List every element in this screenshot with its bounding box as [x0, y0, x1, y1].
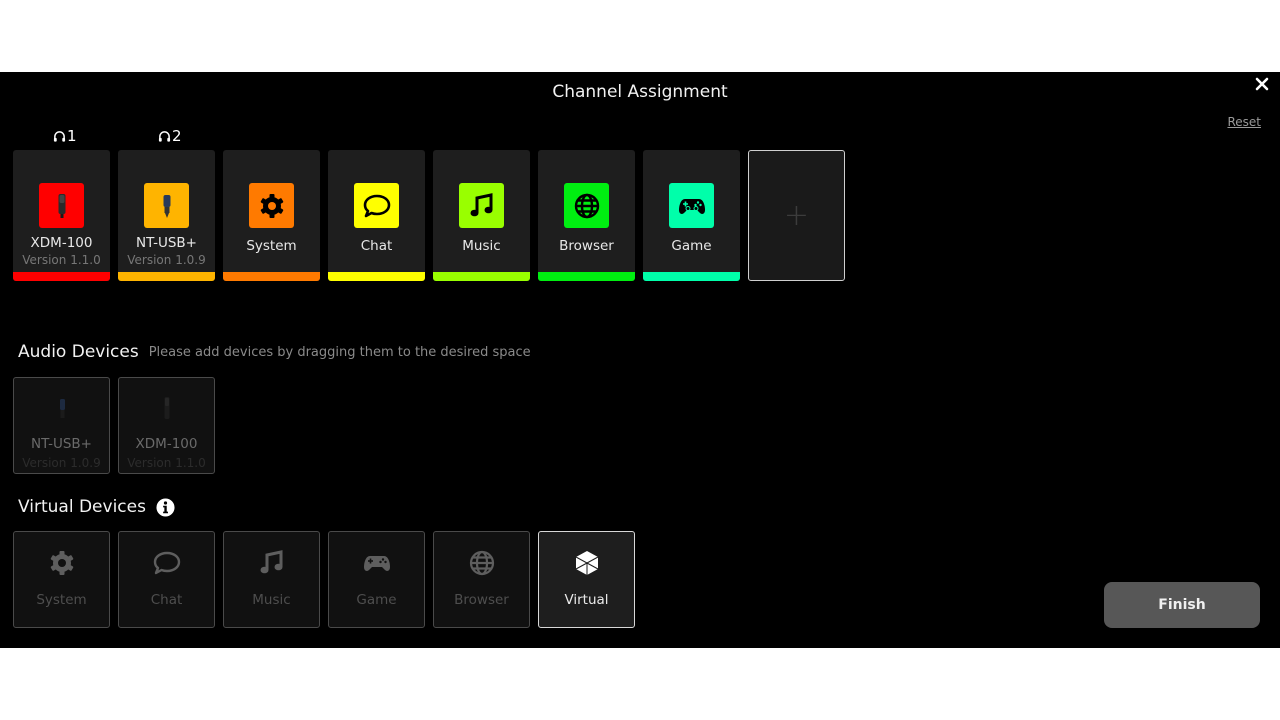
channel-name: Chat	[360, 238, 393, 254]
channel-game[interactable]: Game	[643, 150, 740, 281]
channel-name: Game	[671, 238, 712, 254]
usb-microphone-icon	[59, 399, 65, 418]
add-channel-slot[interactable]: +	[748, 150, 845, 281]
audio-devices-hint: Please add devices by dragging them to t…	[148, 344, 531, 360]
audio-devices-list: NT-USB+ Version 1.0.9 XDM-100 Version 1.…	[13, 377, 215, 474]
channel-color-bar	[643, 272, 740, 281]
channel-name: Music	[462, 238, 501, 254]
device-icon-wrap	[539, 548, 634, 578]
finish-button[interactable]: Finish	[1104, 582, 1260, 628]
audio-devices-title: Audio Devices	[18, 342, 139, 362]
virtual-devices-title: Virtual Devices	[18, 497, 146, 517]
device-name: NT-USB+	[30, 436, 92, 452]
device-version: Version 1.0.9	[22, 456, 101, 470]
channel-icon-box	[144, 183, 189, 228]
channel-color-bar	[13, 272, 110, 281]
device-name: Music	[252, 592, 291, 608]
device-icon-wrap	[119, 548, 214, 578]
channel-name: System	[246, 238, 297, 254]
audio-device-nt-usb-plus[interactable]: NT-USB+ Version 1.0.9	[13, 377, 110, 474]
audio-device-xdm-100[interactable]: XDM-100 Version 1.1.0	[118, 377, 215, 474]
virtual-devices-list: System Chat Music Game Browser Virtual	[13, 531, 635, 628]
headphone-number: 2	[172, 127, 182, 145]
channel-music[interactable]: Music	[433, 150, 530, 281]
usb-microphone-icon	[163, 194, 170, 218]
virtual-device-game[interactable]: Game	[328, 531, 425, 628]
channel-slots: XDM-100 Version 1.1.0 NT-USB+ Version 1.…	[13, 150, 845, 281]
channel-name: Browser	[559, 238, 614, 254]
device-icon-wrap	[119, 394, 214, 424]
channel-icon-box	[459, 183, 504, 228]
music-note-icon	[470, 192, 492, 216]
globe-icon	[574, 193, 599, 218]
close-icon[interactable]	[1254, 76, 1270, 92]
channel-icon-box	[564, 183, 609, 228]
device-version: Version 1.1.0	[127, 456, 206, 470]
channel-xdm-100[interactable]: XDM-100 Version 1.1.0	[13, 150, 110, 281]
channel-system[interactable]: System	[223, 150, 320, 281]
virtual-device-music[interactable]: Music	[223, 531, 320, 628]
channel-assignment-dialog: Channel Assignment Reset 1 2 XDM-100 Ver…	[0, 72, 1280, 648]
device-name: Browser	[454, 592, 509, 608]
channel-nt-usb-plus[interactable]: NT-USB+ Version 1.0.9	[118, 150, 215, 281]
device-icon-wrap	[14, 394, 109, 424]
headphone-number: 1	[67, 127, 77, 145]
device-icon-wrap	[329, 548, 424, 578]
microphone-icon	[58, 193, 65, 218]
headphones-icon	[158, 130, 171, 142]
channel-icon-box	[249, 183, 294, 228]
gamepad-icon	[678, 198, 705, 214]
gear-icon	[260, 193, 283, 218]
chat-bubble-icon	[153, 551, 180, 575]
device-name: System	[36, 592, 87, 608]
gamepad-icon	[363, 556, 390, 571]
device-name: Chat	[150, 592, 183, 608]
audio-devices-header: Audio Devices Please add devices by drag…	[18, 342, 531, 362]
plus-icon: +	[783, 197, 810, 233]
channel-icon-box	[669, 183, 714, 228]
device-name: Game	[356, 592, 397, 608]
chat-bubble-icon	[363, 194, 390, 217]
reset-link[interactable]: Reset	[1227, 115, 1261, 129]
channel-name: XDM-100	[30, 235, 93, 251]
channel-color-bar	[328, 272, 425, 281]
headphone-1-label: 1	[53, 127, 77, 145]
channel-icon-box	[39, 183, 84, 228]
channel-chat[interactable]: Chat	[328, 150, 425, 281]
device-icon-wrap	[434, 548, 529, 578]
virtual-device-system[interactable]: System	[13, 531, 110, 628]
virtual-devices-header: Virtual Devices	[18, 497, 175, 517]
headphones-icon	[53, 130, 66, 142]
device-icon-wrap	[224, 548, 319, 578]
channel-color-bar	[223, 272, 320, 281]
virtual-device-browser[interactable]: Browser	[433, 531, 530, 628]
channel-color-bar	[538, 272, 635, 281]
dialog-title: Channel Assignment	[552, 82, 728, 102]
info-icon[interactable]	[156, 497, 175, 517]
virtual-device-chat[interactable]: Chat	[118, 531, 215, 628]
device-name: XDM-100	[135, 436, 198, 452]
device-name: Virtual	[564, 592, 609, 608]
channel-browser[interactable]: Browser	[538, 150, 635, 281]
microphone-icon	[164, 397, 169, 419]
channel-icon-box	[354, 183, 399, 228]
music-note-icon	[260, 550, 282, 574]
cube-icon	[575, 551, 598, 575]
channel-version: Version 1.0.9	[127, 253, 206, 267]
channel-color-bar	[433, 272, 530, 281]
gear-icon	[50, 551, 73, 575]
channel-version: Version 1.1.0	[22, 253, 101, 267]
channel-name: NT-USB+	[135, 235, 197, 251]
globe-icon	[469, 550, 494, 576]
headphone-2-label: 2	[158, 127, 182, 145]
channel-color-bar	[118, 272, 215, 281]
virtual-device-virtual[interactable]: Virtual	[538, 531, 635, 628]
device-icon-wrap	[14, 548, 109, 578]
